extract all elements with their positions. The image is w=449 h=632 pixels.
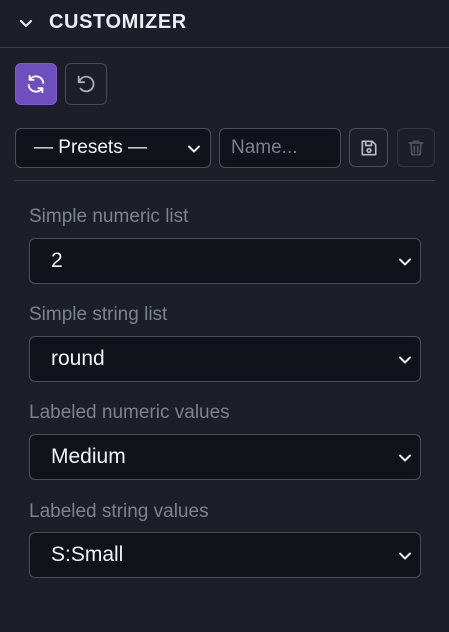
chevron-down-icon	[399, 454, 411, 462]
simple-numeric-select[interactable]: 2	[29, 238, 421, 284]
field-label-simple-string: Simple string list	[29, 304, 168, 325]
simple-numeric-value: 2	[51, 249, 63, 272]
field-label-simple-numeric: Simple numeric list	[29, 206, 189, 227]
simple-string-value: round	[51, 347, 105, 370]
simple-string-select[interactable]: round	[29, 336, 421, 382]
presets-selected-value: — Presets —	[34, 137, 147, 158]
refresh-button[interactable]	[15, 63, 57, 105]
chevron-down-icon	[399, 356, 411, 364]
chevron-down-icon	[399, 258, 411, 266]
customizer-header[interactable]: CUSTOMIZER	[0, 0, 449, 48]
chevron-down-icon[interactable]	[17, 15, 35, 33]
delete-preset-button[interactable]	[397, 128, 435, 167]
field-label-labeled-numeric: Labeled numeric values	[29, 402, 230, 423]
undo-icon	[77, 75, 95, 93]
refresh-icon	[27, 74, 45, 94]
preset-name-input[interactable]	[219, 128, 341, 168]
presets-select[interactable]: — Presets —	[15, 128, 211, 168]
labeled-string-value: S:Small	[51, 543, 124, 566]
divider	[15, 180, 435, 181]
labeled-numeric-select[interactable]: Medium	[29, 434, 421, 480]
trash-icon	[408, 140, 424, 155]
labeled-numeric-value: Medium	[51, 445, 126, 468]
chevron-down-icon	[399, 552, 411, 560]
save-preset-button[interactable]	[349, 128, 388, 167]
chevron-down-icon	[188, 145, 200, 153]
save-icon	[361, 140, 376, 155]
reset-button[interactable]	[65, 63, 107, 105]
panel-title: CUSTOMIZER	[49, 11, 187, 33]
labeled-string-select[interactable]: S:Small	[29, 532, 421, 578]
field-label-labeled-string: Labeled string values	[29, 501, 209, 522]
